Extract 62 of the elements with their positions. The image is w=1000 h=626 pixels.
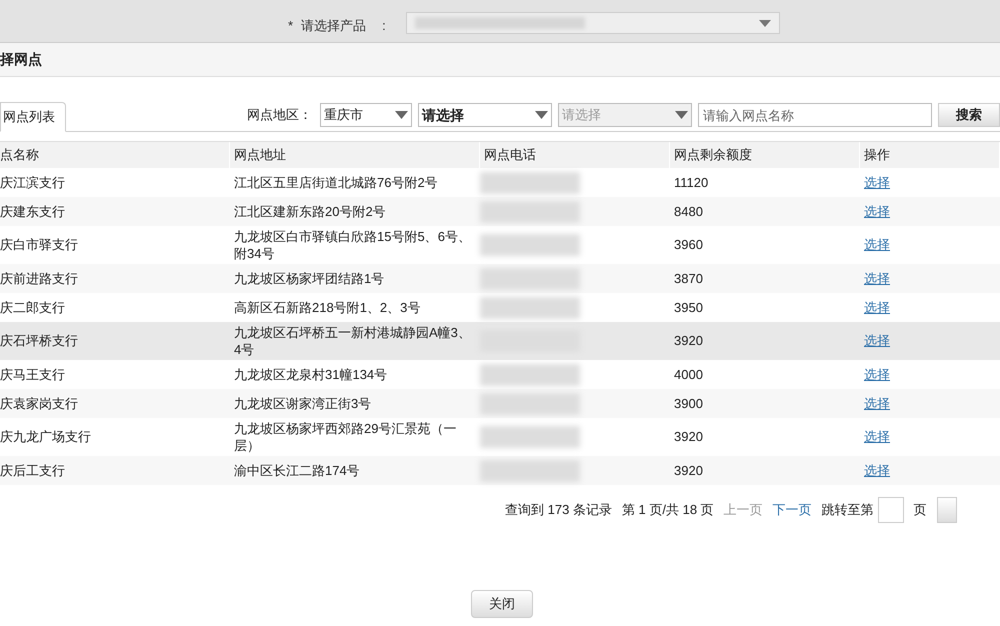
page-suffix: 页 (914, 501, 927, 520)
caret-icon (675, 111, 688, 119)
select-link[interactable]: 选择 (864, 427, 890, 447)
table-cell-text: 3920 (674, 332, 703, 350)
select-link[interactable]: 选择 (864, 235, 890, 255)
select-link[interactable]: 选择 (864, 268, 890, 288)
table-cell-text: 3920 (674, 462, 703, 480)
page-input[interactable] (878, 497, 904, 523)
select-link[interactable]: 选择 (864, 172, 890, 192)
table-cell-text: 11120 (674, 174, 708, 192)
required-mark: * (288, 17, 294, 35)
search-field[interactable]: 请输入网点名称 (698, 103, 932, 127)
table-cell: 江北区五里店街道北城路76号附2号 (234, 174, 438, 191)
select-link[interactable]: 选择 (864, 460, 890, 480)
select-link[interactable]: 选择 (864, 364, 890, 384)
table-cell-text: 九龙坡区杨家坪西郊路29号汇景苑（一层） (234, 420, 458, 454)
field-label: 请选择产品 (301, 17, 366, 35)
table-cell-text: 3870 (674, 270, 703, 288)
select-link[interactable]: 选择 (864, 331, 890, 351)
table-cell-text: 庆后工支行 (0, 462, 65, 480)
filter-label: 网点地区： (247, 106, 312, 124)
table-cell-text: 庆马王支行 (0, 366, 65, 384)
region-select[interactable]: 重庆市 (320, 103, 412, 127)
table-cell: 九龙坡区谢家湾正街3号 (234, 395, 372, 412)
caret-icon (395, 111, 408, 119)
table-cell-text: 庆江滨支行 (0, 174, 65, 192)
select-link[interactable]: 选择 (864, 394, 890, 414)
go-button[interactable] (936, 497, 957, 523)
tab[interactable]: 网点列表 (0, 102, 66, 132)
select-link[interactable]: 选择 (864, 202, 890, 222)
table-cell-text: 庆石坪桥支行 (0, 332, 78, 350)
table-cell-text: 3900 (674, 394, 703, 413)
close-button[interactable]: 关闭 (471, 590, 533, 618)
table-cell-text: 庆前进路支行 (0, 270, 78, 288)
jump-label: 跳转至第 (822, 501, 874, 520)
table-cell-text: 庆二郎支行 (0, 298, 65, 317)
table-cell-text: 庆建东支行 (0, 202, 65, 221)
table-cell-text: 九龙坡区白市驿镇白欣路15号附5、6号、附34号 (234, 228, 472, 262)
table-cell-text: 8480 (674, 202, 703, 221)
page-link[interactable]: 下一页 (772, 500, 812, 520)
search-button[interactable]: 搜索 (938, 103, 1000, 127)
field-colon: : (382, 17, 386, 35)
table-cell: 江北区建新东路20号附2号 (234, 203, 386, 220)
caret-icon (535, 111, 548, 119)
table-cell-text: 4000 (674, 366, 703, 384)
table-cell-text: 3960 (674, 236, 703, 254)
table-cell: 九龙坡区杨家坪团结路1号 (234, 270, 384, 287)
region-select[interactable]: 请选择 (418, 103, 552, 127)
page-info: 第 1 页/共 18 页 (622, 501, 714, 520)
record-count: 查询到 173 条记录 (505, 501, 612, 520)
table-cell: 渝中区长江二路174号 (234, 462, 360, 479)
table-cell-text: 庆袁家岗支行 (0, 394, 78, 413)
caret-icon (758, 20, 771, 26)
table-cell-text: 庆白市驿支行 (0, 236, 78, 254)
table-cell-text: 九龙坡区石坪桥五一新村港城静园A幢3、4号 (234, 324, 472, 358)
table-cell: 高新区石新路218号附1、2、3号 (234, 299, 420, 316)
table-cell-text: 3950 (674, 298, 703, 317)
select-link[interactable]: 选择 (864, 298, 890, 318)
table-cell-text: 庆九龙广场支行 (0, 428, 91, 446)
product-select[interactable] (406, 12, 780, 34)
table-cell: 九龙坡区龙泉村31幢134号 (234, 366, 388, 383)
table-cell-text: 3920 (674, 428, 703, 446)
